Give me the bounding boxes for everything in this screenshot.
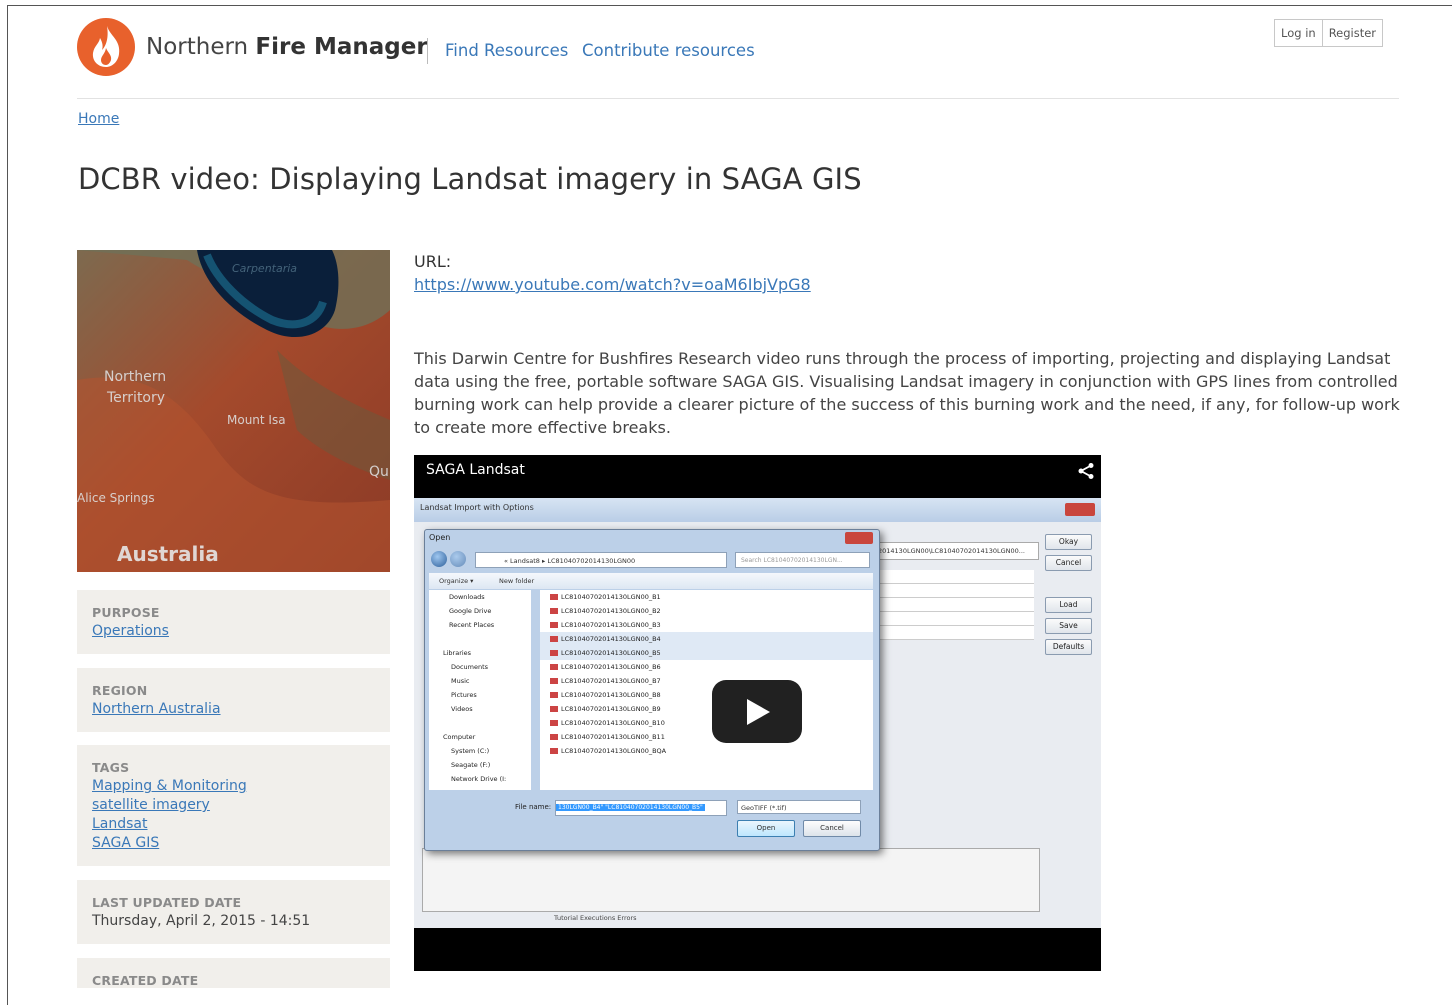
file-type-select: GeoTIFF (*.tif) [737, 800, 861, 814]
new-folder-button: New folder [499, 577, 535, 585]
tree-item: Computer [443, 733, 476, 741]
site-name[interactable]: Northern Fire Manager [146, 34, 428, 60]
share-icon[interactable] [1077, 462, 1095, 480]
file-item: LC81040702014130LGN00_B11 [540, 730, 873, 744]
play-icon[interactable] [712, 680, 802, 743]
dialog-cancel-button: Cancel [803, 820, 861, 837]
auth-links: Log in Register [1274, 19, 1384, 47]
file-item: LC81040702014130LGN00_B6 [540, 660, 873, 674]
bottom-tabs: Tutorial Executions Errors [554, 914, 637, 922]
path-field: 2014130LGN00\LC81040702014130LGN00... [874, 542, 1039, 560]
close-icon [1065, 503, 1095, 516]
map-label-alice-springs: Alice Springs [77, 491, 155, 505]
page-title: DCBR video: Displaying Landsat imagery i… [78, 162, 862, 196]
map-label-mount-isa: Mount Isa [227, 413, 286, 427]
tree-item: Recent Places [449, 621, 495, 629]
map-label-territory: Territory [106, 390, 165, 406]
created-date-label: CREATED DATE [92, 973, 199, 988]
tree-item: Seagate (F:) [451, 761, 491, 769]
tree-item: Google Drive [449, 607, 492, 615]
file-item: LC81040702014130LGN00_B9 [540, 702, 873, 716]
dialog-toolbar: Organize ▾ New folder [429, 573, 873, 589]
last-updated-box: LAST UPDATED DATE Thursday, April 2, 201… [77, 880, 390, 944]
video-title[interactable]: SAGA Landsat [426, 462, 525, 478]
map-label-northern: Northern [104, 369, 166, 385]
landsat-window-title: Landsat Import with Options [420, 503, 534, 512]
tree-item: Downloads [449, 593, 485, 601]
load-button: Load [1045, 597, 1092, 613]
file-item: LC81040702014130LGN00_B4 [540, 632, 873, 646]
tree-item: Libraries [443, 649, 472, 657]
dialog-open-button: Open [737, 820, 795, 837]
tag-link[interactable]: Mapping & Monitoring [92, 777, 375, 796]
file-item: LC81040702014130LGN00_BQA [540, 744, 873, 758]
tags-box: TAGS Mapping & Monitoring satellite imag… [77, 745, 390, 866]
okay-button: Okay [1045, 534, 1092, 550]
folder-tree: Downloads Google Drive Recent Places Lib… [429, 590, 531, 790]
header-rule [77, 98, 1399, 99]
file-item: LC81040702014130LGN00_B7 [540, 674, 873, 688]
description-text: This Darwin Centre for Bushfires Researc… [414, 349, 1400, 437]
dialog-search: Search LC81040702014130LGN... [735, 552, 870, 568]
save-button: Save [1045, 618, 1092, 634]
register-link[interactable]: Register [1321, 20, 1382, 46]
file-item: LC81040702014130LGN00_B8 [540, 688, 873, 702]
map-label-carpentaria: Carpentaria [232, 262, 297, 275]
purpose-link[interactable]: Operations [92, 622, 375, 641]
purpose-box: PURPOSE Operations [77, 590, 390, 654]
flame-logo-icon[interactable] [77, 18, 135, 76]
tag-link[interactable]: SAGA GIS [92, 834, 375, 853]
map-label-qu: Qu [369, 464, 389, 480]
cancel-button: Cancel [1045, 555, 1092, 571]
tag-link[interactable]: satellite imagery [92, 796, 375, 815]
dialog-title: Open [429, 533, 451, 542]
video-player[interactable]: SAGA Landsat Landsat Import with Options… [414, 455, 1101, 971]
file-item: LC81040702014130LGN00_B10 [540, 716, 873, 730]
video-url-link[interactable]: https://www.youtube.com/watch?v=oaM6IbjV… [414, 275, 811, 294]
message-panel [422, 848, 1040, 912]
tree-item: Pictures [451, 691, 477, 699]
file-item: LC81040702014130LGN00_B3 [540, 618, 873, 632]
back-icon [431, 551, 447, 567]
url-label: URL: [414, 252, 452, 271]
file-name-label: File name: [515, 803, 552, 811]
file-item: LC81040702014130LGN00_B2 [540, 604, 873, 618]
login-link[interactable]: Log in [1275, 20, 1322, 46]
organize-menu: Organize ▾ [439, 577, 474, 585]
forward-icon [450, 551, 466, 567]
options-grid [874, 570, 1034, 640]
region-label: REGION [92, 683, 148, 698]
nav-contribute-resources[interactable]: Contribute resources [582, 41, 755, 60]
tree-item: Videos [451, 705, 473, 713]
tree-item: Network Drive (I: [451, 775, 507, 783]
nav-find-resources[interactable]: Find Resources [445, 41, 568, 60]
map-thumbnail: Carpentaria Northern Territory Mount Isa… [77, 250, 390, 572]
open-file-dialog: Open « Landsat8 ▸ LC81040702014130LGN00 … [424, 529, 880, 851]
tree-item: Documents [451, 663, 489, 671]
breadcrumb-home[interactable]: Home [78, 111, 119, 127]
tag-link[interactable]: Landsat [92, 815, 375, 834]
file-list: LC81040702014130LGN00_B1 LC8104070201413… [540, 590, 873, 790]
region-link[interactable]: Northern Australia [92, 700, 375, 719]
tree-item: Music [451, 677, 470, 685]
header-divider [427, 38, 428, 64]
tree-item: System (C:) [451, 747, 490, 755]
dialog-close-icon [845, 532, 873, 544]
purpose-label: PURPOSE [92, 605, 160, 620]
tags-label: TAGS [92, 760, 130, 775]
address-bar: « Landsat8 ▸ LC81040702014130LGN00 [475, 552, 727, 568]
file-item: LC81040702014130LGN00_B1 [540, 590, 873, 604]
file-item: LC81040702014130LGN00_B5 [540, 646, 873, 660]
last-updated-label: LAST UPDATED DATE [92, 895, 242, 910]
file-name-input: 130LGN00_B4" "LC81040702014130LGN00_B5" [555, 800, 727, 816]
region-box: REGION Northern Australia [77, 668, 390, 732]
created-date-box: CREATED DATE [77, 958, 390, 988]
last-updated-value: Thursday, April 2, 2015 - 14:51 [92, 913, 311, 929]
map-label-australia: Australia [117, 542, 219, 566]
landsat-window-titlebar: Landsat Import with Options [414, 498, 1101, 522]
defaults-button: Defaults [1045, 639, 1092, 655]
